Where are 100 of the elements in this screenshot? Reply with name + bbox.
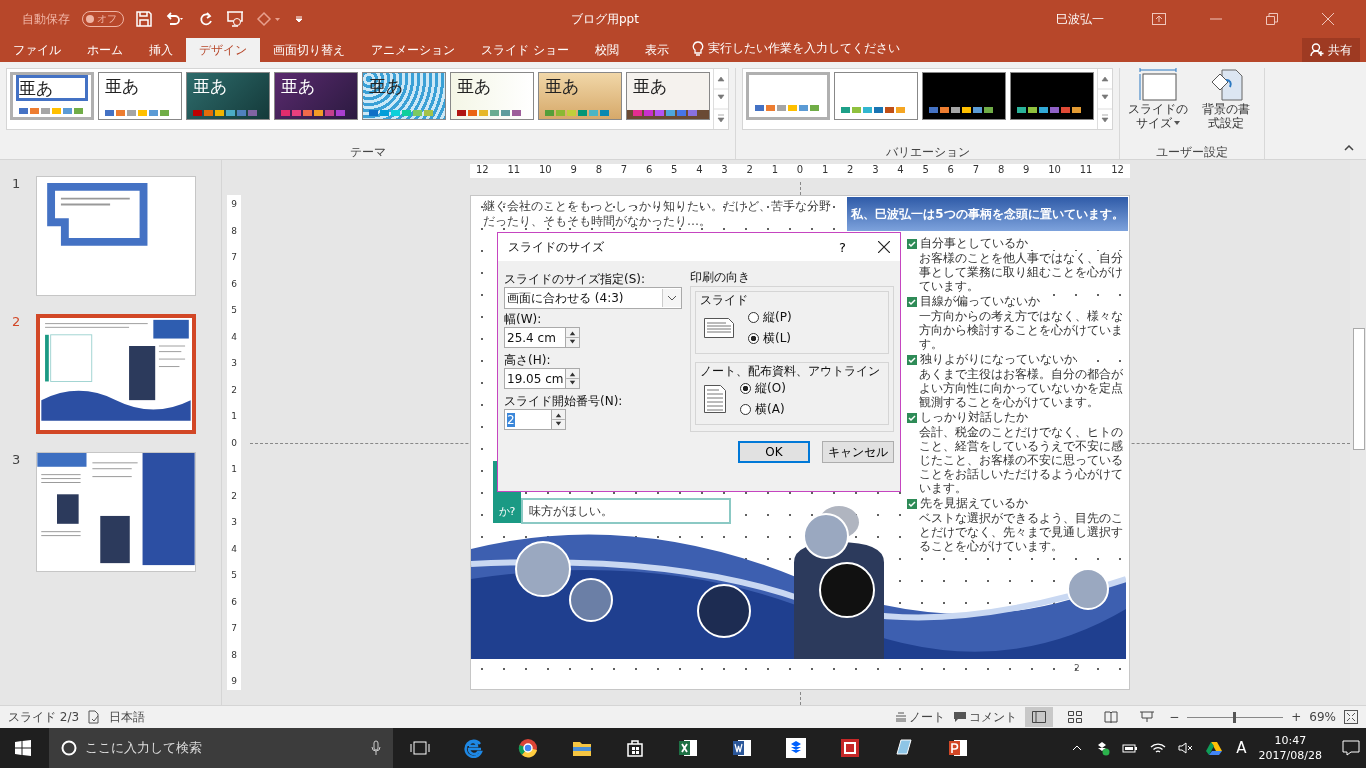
spin-buttons[interactable]	[566, 368, 580, 389]
theme-thumbnail[interactable]: 亜あ	[450, 72, 534, 120]
theme-thumbnail[interactable]: 亜あ	[98, 72, 182, 120]
document-app-icon[interactable]	[732, 738, 752, 758]
variation-thumbnail[interactable]	[746, 72, 830, 120]
task-view-icon[interactable]	[410, 740, 430, 756]
notification-icon[interactable]	[1342, 740, 1360, 756]
close-icon[interactable]	[878, 241, 890, 253]
drive-triangle-icon[interactable]	[1206, 741, 1223, 755]
variation-thumbnail[interactable]	[1010, 72, 1094, 120]
speaker-muted-icon[interactable]	[1178, 741, 1195, 755]
store-bag-icon[interactable]	[626, 739, 644, 757]
radio-button[interactable]	[748, 333, 759, 344]
ruler-number: 11	[507, 164, 521, 177]
customize-icon[interactable]	[294, 14, 304, 24]
zoom-slider-thumb[interactable]	[1233, 711, 1237, 723]
notes-button[interactable]: ノート	[895, 708, 946, 726]
zoom-in-button[interactable]: +	[1291, 710, 1302, 724]
ribbon-tab[interactable]: 画面切り替え	[260, 38, 358, 62]
slide-thumbnail[interactable]	[36, 176, 196, 296]
language-indicator[interactable]: 日本語	[109, 708, 146, 726]
spreadsheet-app-icon[interactable]	[678, 738, 698, 758]
ruler-number: 0	[231, 437, 237, 448]
theme-thumbnail[interactable]: 亜あ	[186, 72, 270, 120]
radio-button[interactable]	[740, 383, 751, 394]
undo-icon[interactable]	[164, 11, 186, 27]
group-label: テーマ	[349, 144, 386, 161]
ruler-number: 11	[1079, 164, 1093, 177]
theme-sample-text: 亜あ	[457, 76, 492, 96]
cancel-button[interactable]: キャンセル	[822, 441, 894, 463]
chrome-browser-icon[interactable]	[518, 738, 538, 758]
gallery-scrollbar[interactable]	[1097, 69, 1112, 129]
windows-logo-icon[interactable]	[15, 740, 31, 756]
radio-button[interactable]	[748, 312, 759, 323]
theme-thumbnail[interactable]: 亜あ	[626, 72, 710, 120]
slide-size-dropdown[interactable]: 画面に合わせる (4:3)	[504, 287, 682, 309]
theme-thumbnail[interactable]: 亜あ	[274, 72, 358, 120]
format-background-button[interactable]: 背景の書 式設定	[1194, 68, 1258, 130]
ruler-number: 9	[1023, 164, 1030, 177]
radio-option[interactable]: 縦(P)	[748, 309, 792, 326]
fit-to-window-icon[interactable]	[1344, 710, 1358, 724]
input-method-indicator[interactable]: A	[1236, 739, 1247, 757]
ok-button[interactable]: OK	[738, 441, 810, 463]
browser-e-icon[interactable]	[464, 738, 484, 758]
chevron-down-icon	[667, 295, 677, 301]
slide-thumbnail[interactable]	[36, 452, 196, 572]
save-icon[interactable]	[136, 11, 152, 27]
radio-button[interactable]	[740, 404, 751, 415]
presentation-app-icon[interactable]	[948, 738, 968, 758]
gallery-scrollbar[interactable]	[713, 69, 728, 129]
spin-buttons[interactable]	[566, 327, 580, 348]
slide-canvas[interactable]	[470, 195, 1130, 690]
ribbon-tab[interactable]: ファイル	[0, 38, 74, 62]
width-field[interactable]: 25.4 cm	[504, 327, 566, 348]
shape-icon[interactable]	[256, 11, 282, 27]
height-field[interactable]: 19.05 cm	[504, 368, 566, 389]
zoom-percent[interactable]: 69%	[1309, 710, 1336, 724]
theme-thumbnail[interactable]: 亜あ	[538, 72, 622, 120]
ruler-number: 2	[231, 384, 237, 395]
ribbon-tab[interactable]: アニメーション	[358, 38, 468, 62]
restore-icon[interactable]	[1266, 13, 1278, 25]
variation-thumbnail[interactable]	[834, 72, 918, 120]
battery-icon[interactable]	[1122, 742, 1139, 754]
chevron-up-icon[interactable]	[1072, 745, 1083, 751]
help-button[interactable]: ?	[839, 239, 846, 255]
frame-app-icon[interactable]	[840, 738, 860, 758]
wifi-icon[interactable]	[1150, 741, 1167, 755]
ribbon-tab[interactable]: ホーム	[74, 38, 136, 62]
zoom-out-button[interactable]: −	[1169, 710, 1180, 724]
normal-view-button[interactable]	[1025, 707, 1054, 727]
ruler-number: 5	[231, 305, 237, 315]
redo-icon[interactable]	[198, 11, 214, 27]
variation-thumbnail[interactable]	[922, 72, 1006, 120]
spelling-icon[interactable]	[87, 710, 102, 724]
radio-option[interactable]: 縦(O)	[740, 380, 786, 397]
spin-buttons[interactable]	[552, 409, 566, 430]
start-number-field[interactable]: 2	[504, 409, 552, 430]
ribbon-display-icon[interactable]	[1152, 13, 1166, 25]
radio-option[interactable]: 横(L)	[748, 330, 792, 347]
theme-thumbnail[interactable]: 亜あ	[10, 72, 94, 120]
slide-size-button[interactable]: スライドの サイズ	[1126, 68, 1190, 130]
radio-option[interactable]: 横(A)	[740, 401, 786, 418]
ribbon-tab[interactable]: スライド ショー	[468, 38, 582, 62]
ribbon-tab[interactable]: 校閲	[581, 38, 632, 62]
presentation-icon[interactable]	[226, 10, 244, 28]
slide-thumbnail[interactable]	[36, 314, 196, 434]
ribbon-tab[interactable]: 挿入	[136, 38, 186, 62]
collapse-ribbon-icon[interactable]	[1344, 145, 1354, 151]
share-button[interactable]: 共有	[1302, 38, 1360, 62]
folder-icon[interactable]	[572, 739, 592, 757]
ribbon-tab[interactable]: 表示	[631, 38, 682, 62]
glass-pane-icon[interactable]	[894, 738, 914, 758]
comments-button[interactable]: コメント	[953, 708, 1018, 726]
ribbon-tab[interactable]: デザイン	[186, 38, 260, 62]
ruler-number: 4	[696, 164, 703, 177]
taskbar-clock[interactable]: 10:47 2017/08/28	[1258, 733, 1322, 763]
tell-me-field[interactable]: 実行したい作業を入力してください	[707, 40, 900, 62]
taskbar-search-field[interactable]: ここに入力して検索	[49, 728, 393, 768]
group-label: スライド	[700, 292, 749, 309]
open-box-icon[interactable]	[786, 738, 806, 758]
